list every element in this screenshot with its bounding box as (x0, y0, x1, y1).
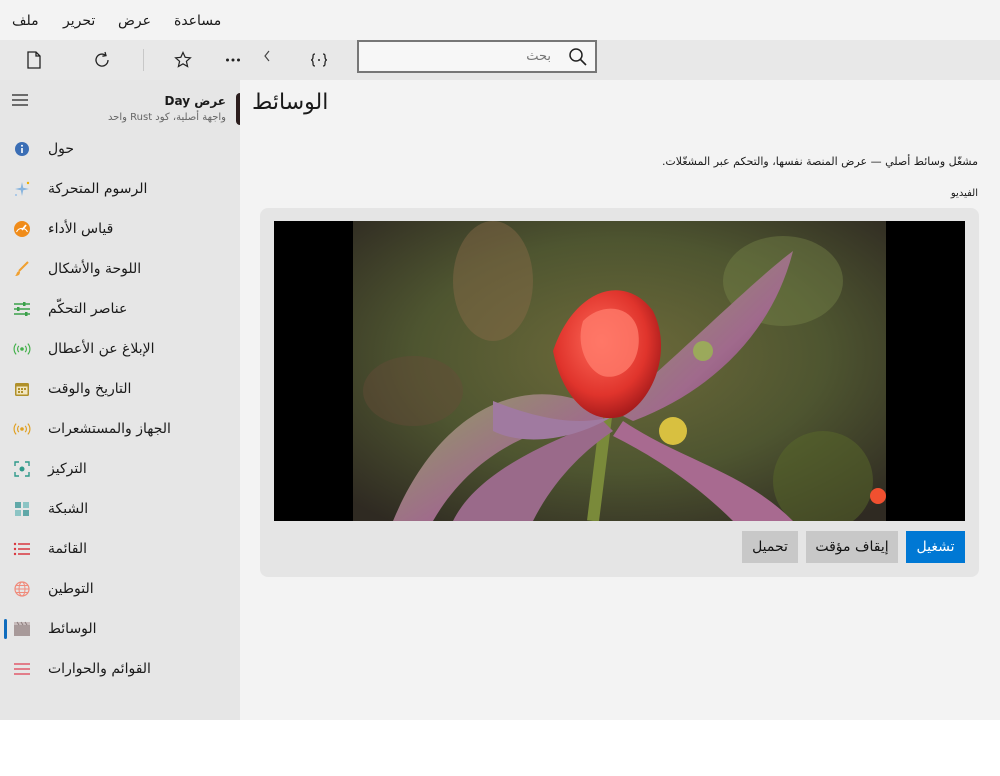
sidebar-item-label: قياس الأداء (48, 221, 114, 237)
film-icon (13, 620, 31, 638)
sidebar-item-label: الوسائط (48, 621, 97, 637)
sidebar-item-about[interactable]: حول (0, 129, 240, 169)
search-input[interactable] (361, 44, 559, 69)
search-box (357, 40, 597, 73)
sidebar-item-label: التوطين (48, 581, 94, 597)
play-button[interactable]: تشغيل (906, 531, 965, 563)
sliders-icon (13, 300, 31, 318)
focus-icon (13, 460, 31, 478)
page-title: الوسائط (252, 90, 329, 115)
sidebar-item-label: القوائم والحوارات (48, 661, 151, 677)
sidebar-item-label: الجهاز والمستشعرات (48, 421, 171, 437)
menu-edit[interactable]: تحرير (63, 11, 95, 31)
sidebar-item-media[interactable]: الوسائط (0, 609, 240, 649)
sidebar-item-label: حول (48, 141, 75, 157)
video-player[interactable] (274, 221, 965, 521)
video-card: تحميل إيقاف مؤقت تشغيل (260, 208, 979, 577)
grid-icon (13, 500, 31, 518)
search-icon[interactable] (567, 46, 589, 68)
sidebar-item-label: عناصر التحكّم (48, 301, 128, 317)
sidebar-item-date-time[interactable]: التاريخ والوقت (0, 369, 240, 409)
toolbar-separator (143, 49, 144, 71)
video-frame-image (353, 221, 886, 521)
menu-file[interactable]: ملف (12, 11, 39, 31)
sensor-icon (13, 420, 31, 438)
broadcast-icon (13, 340, 31, 358)
sidebar: عرض Day واجهة أصلية، كود Rust واحد حول ا… (0, 80, 240, 720)
app-window: ملف تحرير عرض مساعدة بحث عرض Day واجهة أ… (0, 0, 1000, 720)
globe-icon (13, 580, 31, 598)
main-content: الوسائط مشغّل وسائط أصلي — عرض المنصة نف… (240, 80, 1000, 720)
sidebar-item-animations[interactable]: الرسوم المتحركة (0, 169, 240, 209)
toolbar (0, 40, 1000, 80)
sidebar-item-controls[interactable]: عناصر التحكّم (0, 289, 240, 329)
chevron-left-icon[interactable] (255, 44, 279, 68)
sidebar-item-label: الرسوم المتحركة (48, 181, 148, 197)
sidebar-item-label: التركيز (48, 461, 87, 477)
sidebar-item-crash-reporting[interactable]: الإبلاغ عن الأعطال (0, 329, 240, 369)
menu-lines-icon (13, 660, 31, 678)
sidebar-item-canvas[interactable]: اللوحة والأشكال (0, 249, 240, 289)
video-section-label: الفيديو (950, 188, 978, 199)
app-tagline: واجهة أصلية، كود Rust واحد (107, 112, 226, 123)
sidebar-item-list[interactable]: القائمة (0, 529, 240, 569)
sidebar-item-label: التاريخ والوقت (48, 381, 132, 397)
code-braces-icon[interactable] (307, 48, 331, 72)
pause-button[interactable]: إيقاف مؤقت (806, 531, 898, 563)
sparkle-icon (13, 180, 31, 198)
sidebar-item-menus-dialogs[interactable]: القوائم والحوارات (0, 649, 240, 689)
calendar-icon (13, 380, 31, 398)
sidebar-item-performance[interactable]: قياس الأداء (0, 209, 240, 249)
more-icon[interactable] (221, 48, 245, 72)
sidebar-item-label: القائمة (48, 541, 87, 557)
new-document-icon[interactable] (22, 48, 46, 72)
page-description: مشغّل وسائط أصلي — عرض المنصة نفسها، وال… (661, 155, 978, 168)
sidebar-item-focus[interactable]: التركيز (0, 449, 240, 489)
menu-view[interactable]: عرض (118, 11, 151, 31)
info-icon (13, 140, 31, 158)
brush-icon (13, 260, 31, 278)
sidebar-item-label: الإبلاغ عن الأعطال (48, 341, 155, 357)
hamburger-menu-icon[interactable] (10, 90, 30, 110)
sidebar-item-label: اللوحة والأشكال (48, 261, 142, 277)
sidebar-item-device-sensors[interactable]: الجهاز والمستشعرات (0, 409, 240, 449)
selected-indicator (4, 619, 7, 639)
menu-bar: ملف تحرير عرض مساعدة (0, 0, 1000, 40)
menu-help[interactable]: مساعدة (174, 11, 221, 31)
star-icon[interactable] (171, 48, 195, 72)
sidebar-item-grid[interactable]: الشبكة (0, 489, 240, 529)
load-button[interactable]: تحميل (742, 531, 798, 563)
list-icon (13, 540, 31, 558)
gauge-icon (13, 220, 31, 238)
app-name: عرض Day (164, 94, 227, 108)
sidebar-item-label: الشبكة (48, 501, 89, 517)
sidebar-item-localization[interactable]: التوطين (0, 569, 240, 609)
refresh-icon[interactable] (90, 48, 114, 72)
